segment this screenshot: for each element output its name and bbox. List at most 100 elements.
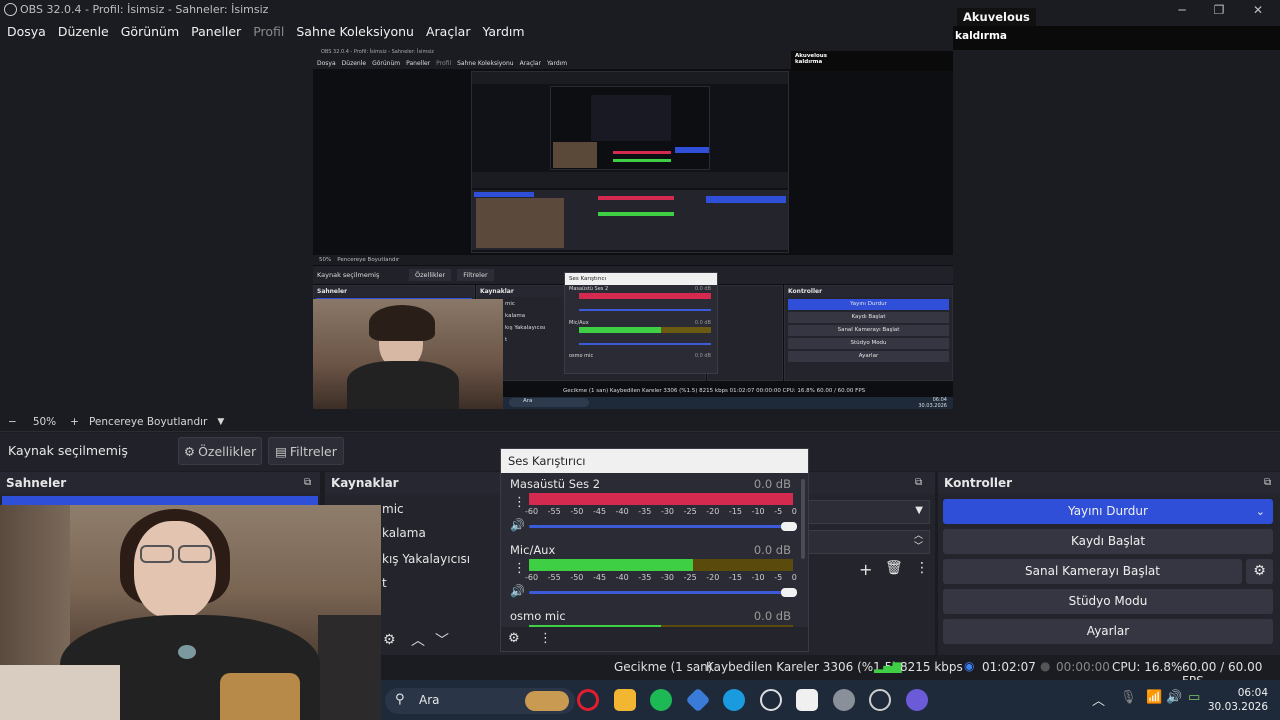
meter-scale-tick: -10 [751,573,765,582]
transition-duration[interactable]: ︿ ﹀ [805,530,930,554]
nested-deep-thumb [550,86,710,170]
webcam-furniture [318,615,381,720]
nested-deep-webcam [553,142,597,168]
meter-scale-tick: -30 [660,573,675,582]
settings-button[interactable]: Ayarlar [943,619,1273,644]
menu-scene-collection[interactable]: Sahne Koleksiyonu [296,24,414,39]
nested-status-bar: Gecikme (1 san) Kaybedilen Kareler 3306 … [563,388,866,394]
stop-stream-button[interactable]: Yayını Durdur ⌄ [943,499,1273,524]
recording-app-icon[interactable] [906,689,928,711]
transition-select[interactable]: ▼ [805,500,930,524]
dropped-frames: Kaybedilen Kareler 3306 (%1.5) [706,660,897,674]
chevron-down-icon[interactable]: ▼ [217,417,224,427]
source-settings-icon[interactable]: ⚙ [383,632,396,648]
source-item[interactable]: kış Yakalayıcısı [382,552,470,566]
volume-fader[interactable] [529,588,797,597]
undock-icon[interactable]: ⧉ [304,477,311,488]
nested-deep-meter [598,212,674,216]
nested-channel-name: Mic/Aux [569,320,589,326]
battery-icon[interactable]: ▭ [1188,690,1200,705]
preview-canvas[interactable]: OBS 32.0.4 - Profil: İsimsiz - Sahneler:… [313,47,953,409]
alert-subtitle: kaldırma [953,26,1280,50]
properties-button[interactable]: ⚙ Özellikler [178,437,262,465]
undock-icon[interactable]: ⧉ [1264,477,1271,488]
move-up-icon[interactable]: ︿ [411,630,425,650]
source-item[interactable]: t [382,576,387,590]
glasses-right [178,545,212,563]
nested-zoom-mode: Pencereye Boyutlandır [337,257,400,263]
edge-icon[interactable] [723,689,745,711]
spotify-icon[interactable] [650,689,672,711]
undock-icon[interactable]: ⧉ [915,477,922,488]
nested-filters-button: Filtreler [457,269,494,281]
volume-meter [529,493,793,505]
clock-time[interactable]: 06:04 [1208,686,1268,700]
filters-button[interactable]: ▤ Filtreler [268,437,344,465]
zoom-mode-label[interactable]: Pencereye Boyutlandır [89,416,207,428]
nested-properties-button: Özellikler [409,269,452,281]
menu-file[interactable]: Dosya [7,24,46,39]
capcut-icon[interactable] [796,689,818,711]
no-source-label: Kaynak seçilmemiş [8,443,128,458]
opera-icon[interactable] [577,689,599,711]
menu-edit[interactable]: Düzenle [58,24,109,39]
mixer-menu-icon[interactable]: ⋮ [539,631,552,646]
nested-meter [579,293,711,299]
more-icon[interactable]: ⋮ [915,560,929,576]
menu-view[interactable]: Görünüm [121,24,179,39]
menu-help[interactable]: Yardım [482,24,524,39]
nested-deep-menu [472,72,788,84]
speaker-icon[interactable]: 🔊 [510,518,525,532]
necklace-pendant [178,645,196,659]
chevron-down-icon[interactable]: ⌄ [1256,499,1265,524]
obs-taskbar-icon[interactable] [869,689,891,711]
source-item[interactable]: mic [382,502,404,516]
meter-scale-tick: -45 [592,507,607,516]
nested-menu-item: Görünüm [372,59,401,67]
clock-date[interactable]: 30.03.2026 [1208,700,1268,714]
microphone-icon[interactable]: 🎙 [1120,690,1137,705]
nested-fader [579,309,711,311]
meter-scale-tick: -30 [660,507,675,516]
chevron-up-icon[interactable]: ︿ [1092,690,1105,709]
volume-icon[interactable]: 🔊 [1166,690,1182,705]
menu-tools[interactable]: Araçlar [426,24,471,39]
taskbar-search[interactable]: ⚲ Ara [385,688,575,714]
studio-mode-button[interactable]: Stüdyo Modu [943,589,1273,614]
zoom-out-button[interactable]: − [8,416,17,428]
nested-deep-scene-selection [474,192,534,197]
properties-label: Özellikler [198,443,257,459]
folder-icon[interactable] [614,689,636,711]
nested-overlay-subtitle: kaldırma [795,59,823,65]
nested-channel-db: 0.0 dB [694,320,711,326]
virtualcam-settings-icon[interactable]: ⚙ [1246,559,1273,584]
meter-scale: -60 -55 -50 -45 -40 -35 -30 -25 -20 -15 -10 -5 0 [525,507,797,516]
speaker-icon[interactable]: 🔊 [510,584,525,598]
mixer-settings-icon[interactable]: ⚙ [508,631,520,646]
wifi-icon[interactable]: 📶 [1146,690,1162,705]
nested-source-item: kalama [505,313,526,319]
start-recording-button[interactable]: Kaydı Başlat [943,529,1273,554]
nested-channel-db: 0.0 dB [694,286,711,292]
settings-gear-icon[interactable] [833,689,855,711]
mixer-scrollbar[interactable] [801,479,805,559]
media-player-icon[interactable] [760,689,782,711]
add-icon[interactable]: + [859,560,872,579]
volume-fader[interactable] [529,522,797,531]
mixer-title: Ses Karıştırıcı [501,449,808,473]
zoom-in-button[interactable]: + [70,416,79,428]
start-virtualcam-button[interactable]: Sanal Kamerayı Başlat [943,559,1242,584]
fader-knob[interactable] [781,588,797,597]
nested-menu-item: Paneller [406,59,431,67]
move-down-icon[interactable]: ﹀ [435,630,449,650]
menu-docks[interactable]: Paneller [191,24,241,39]
nested-channel-name: osmo mic [569,353,594,359]
search-highlight-icon [525,691,569,711]
stream-live-icon: ◉ [964,659,975,673]
nested-taskbar-search: Ara [509,398,589,407]
fader-knob[interactable] [781,522,797,531]
trash-icon[interactable]: 🗑 [885,560,903,576]
source-item[interactable]: kalama [382,526,426,540]
audio-mixer-window[interactable]: Ses Karıştırıcı Masaüstü Ses 2 0.0 dB ⋮ … [500,448,809,652]
nested-person-shirt [347,361,459,409]
